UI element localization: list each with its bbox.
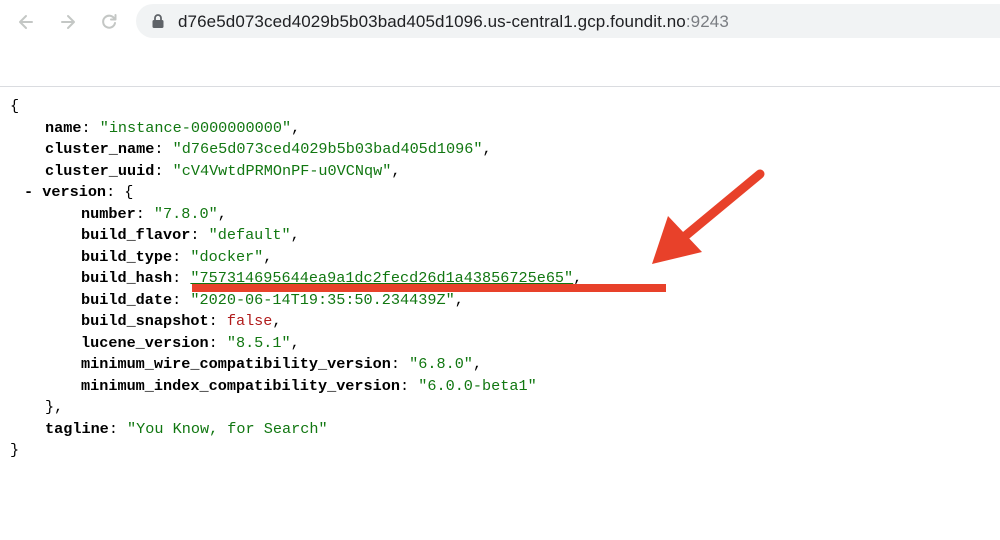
forward-arrow-icon [61, 15, 75, 29]
address-bar[interactable]: d76e5d073ced4029b5b03bad405d1096.us-cent… [136, 4, 1000, 38]
json-value: "instance-0000000000" [99, 118, 292, 137]
json-value: "docker" [190, 247, 264, 266]
json-comma: , [290, 226, 300, 244]
json-viewer: { name: "instance-0000000000", cluster_n… [10, 96, 582, 462]
json-row-version: - version: { [24, 183, 134, 201]
json-value: "default" [208, 226, 291, 244]
json-key: build_date [81, 290, 173, 309]
lock-icon [152, 14, 164, 28]
json-key: version [42, 183, 107, 201]
json-value: "6.0.0-beta1" [418, 376, 537, 395]
json-row-number: number: "7.8.0", [81, 204, 227, 223]
forward-button[interactable] [54, 8, 82, 36]
json-row-lucene-version: lucene_version: "8.5.1", [81, 333, 300, 352]
json-value: "cV4VwtdPRMOnPF-u0VCNqw" [172, 161, 392, 180]
reload-button[interactable] [95, 8, 123, 36]
url-text[interactable]: d76e5d073ced4029b5b03bad405d1096.us-cent… [178, 12, 729, 32]
json-value: "6.8.0" [409, 355, 473, 373]
toolbar-divider [0, 86, 1000, 87]
json-comma: , [217, 204, 227, 223]
json-row-build-snapshot: build_snapshot: false, [81, 312, 282, 330]
collapse-toggle[interactable]: - [24, 183, 33, 201]
json-row-build-flavor: build_flavor: "default", [81, 226, 300, 244]
json-row-name: name: "instance-0000000000", [45, 118, 301, 137]
browser-toolbar: d76e5d073ced4029b5b03bad405d1096.us-cent… [0, 0, 1000, 44]
json-key: minimum_wire_compatibility_version [81, 355, 391, 373]
annotation-underline [192, 284, 666, 292]
json-row-tagline: tagline: "You Know, for Search" [45, 419, 328, 438]
json-key: build_type [81, 247, 173, 266]
json-row-min-wire-compat: minimum_wire_compatibility_version: "6.8… [81, 355, 483, 373]
json-value: "8.5.1" [226, 333, 291, 352]
json-row-build-date: build_date: "2020-06-14T19:35:50.234439Z… [81, 290, 464, 309]
url-port: :9243 [685, 12, 729, 31]
json-key: tagline [45, 419, 109, 438]
json-version-close: }, [45, 398, 64, 416]
json-value: "2020-06-14T19:35:50.234439Z" [190, 290, 455, 309]
json-close-brace: } [10, 441, 20, 459]
json-row-build-type: build_type: "docker", [81, 247, 273, 266]
json-value: "You Know, for Search" [127, 419, 328, 438]
json-value: "7.8.0" [153, 204, 218, 223]
json-comma: , [472, 355, 483, 373]
json-open-brace: { [10, 97, 20, 115]
json-row-cluster-name: cluster_name: "d76e5d073ced4029b5b03bad4… [45, 140, 492, 158]
json-comma: , [263, 247, 273, 266]
json-value: "d76e5d073ced4029b5b03bad405d1096" [172, 140, 483, 158]
json-comma: , [272, 312, 282, 330]
url-host: d76e5d073ced4029b5b03bad405d1096.us-cent… [178, 12, 686, 31]
json-key: minimum_index_compatibility_version [81, 376, 400, 395]
json-row-cluster-uuid: cluster_uuid: "cV4VwtdPRMOnPF-u0VCNqw", [45, 161, 401, 180]
reload-icon [102, 14, 117, 29]
json-key: name [45, 118, 82, 137]
json-key: lucene_version [81, 333, 209, 352]
json-key: build_hash [81, 269, 173, 287]
json-key: cluster_uuid [45, 161, 155, 180]
annotation-arrow-icon [652, 169, 765, 264]
back-button[interactable] [12, 8, 40, 36]
json-key: cluster_name [45, 140, 155, 158]
json-row-min-index-compat: minimum_index_compatibility_version: "6.… [81, 376, 537, 395]
back-arrow-icon [19, 15, 33, 29]
json-key: build_snapshot [81, 312, 209, 330]
json-key: number [81, 204, 136, 223]
json-comma: , [454, 290, 464, 309]
json-key: build_flavor [81, 226, 191, 244]
json-value: false [226, 312, 273, 330]
json-comma: , [290, 333, 300, 352]
